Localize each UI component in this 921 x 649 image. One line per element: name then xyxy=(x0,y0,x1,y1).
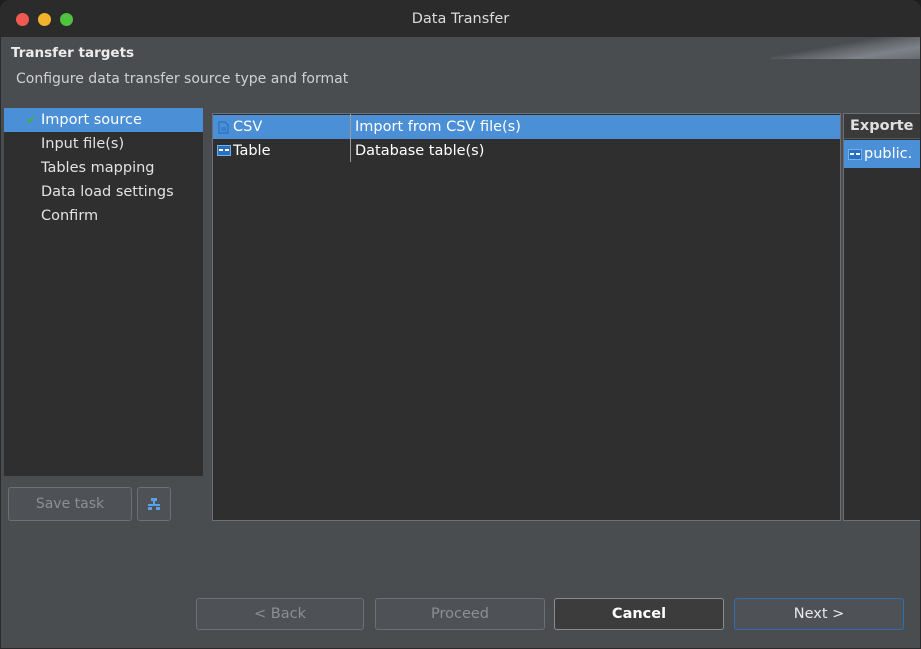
nav-item-confirm[interactable]: Confirm xyxy=(4,204,203,228)
save-task-button[interactable]: Save task xyxy=(8,487,132,521)
cancel-button[interactable]: Cancel xyxy=(554,598,724,630)
source-name: Table xyxy=(233,143,271,159)
export-target-label: public. xyxy=(864,146,913,162)
window-title: Data Transfer xyxy=(411,11,510,27)
task-config-button[interactable] xyxy=(137,487,171,521)
title-bar[interactable]: Data Transfer xyxy=(1,1,920,38)
data-transfer-window: Data Transfer Transfer targets Configure… xyxy=(0,0,921,649)
source-type-table: CSV Import from CSV file(s) Table Databa… xyxy=(212,113,841,521)
nav-item-tables-mapping[interactable]: Tables mapping xyxy=(4,156,203,180)
page-description: Configure data transfer source type and … xyxy=(16,71,349,87)
nav-item-label: Tables mapping xyxy=(41,160,155,176)
task-config-icon xyxy=(148,498,160,510)
nav-item-input-files[interactable]: Input file(s) xyxy=(4,132,203,156)
column-divider xyxy=(350,114,351,162)
checkmark-icon: ✔ xyxy=(26,113,37,127)
nav-item-data-load-settings[interactable]: Data load settings xyxy=(4,180,203,204)
source-description: Database table(s) xyxy=(355,143,485,159)
header-decoration xyxy=(770,37,920,59)
wizard-header: Transfer targets Configure data transfer… xyxy=(1,37,920,99)
table-icon xyxy=(848,149,862,160)
nav-item-label: Data load settings xyxy=(41,184,174,200)
export-targets-panel: Exporte public. xyxy=(843,113,920,521)
source-description: Import from CSV file(s) xyxy=(355,119,521,135)
table-icon xyxy=(217,145,231,156)
table-row-csv[interactable]: CSV Import from CSV file(s) xyxy=(213,115,840,139)
proceed-button[interactable]: Proceed xyxy=(375,598,545,630)
wizard-steps-nav: ✔ Import source Input file(s) Tables map… xyxy=(4,108,203,476)
nav-item-import-source[interactable]: ✔ Import source xyxy=(4,108,203,132)
back-button[interactable]: < Back xyxy=(196,598,364,630)
csv-file-icon xyxy=(218,121,229,134)
table-row-table[interactable]: Table Database table(s) xyxy=(213,139,840,163)
page-title: Transfer targets xyxy=(11,45,135,61)
nav-item-label: Import source xyxy=(41,112,142,128)
nav-item-label: Input file(s) xyxy=(41,136,125,152)
export-column-header[interactable]: Exporte xyxy=(844,114,920,139)
export-target-item[interactable]: public. xyxy=(844,140,920,168)
nav-item-label: Confirm xyxy=(41,208,99,224)
source-name: CSV xyxy=(233,119,263,135)
next-button[interactable]: Next > xyxy=(734,598,904,630)
